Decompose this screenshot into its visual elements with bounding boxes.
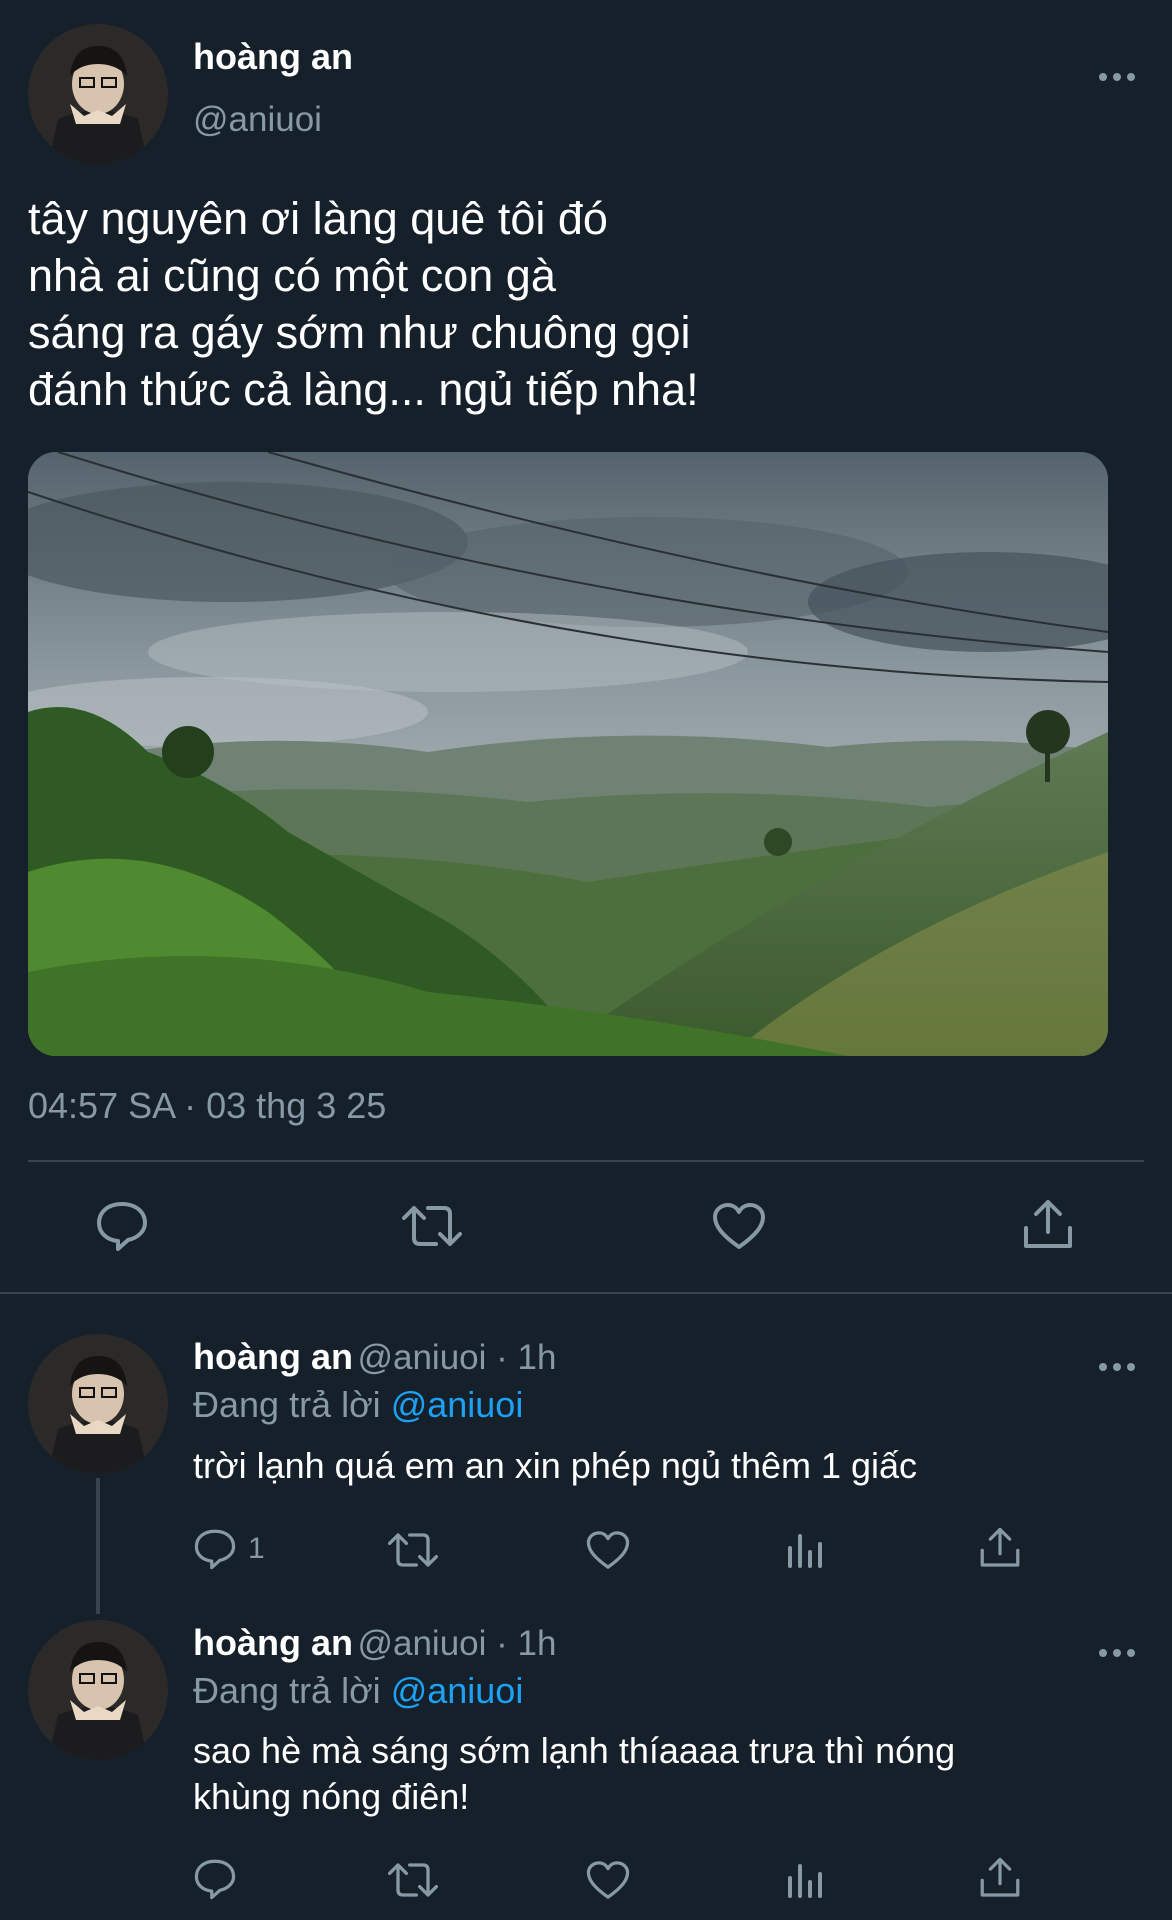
tweet-timestamp[interactable]: 04:57 SA · 03 thg 3 25: [28, 1085, 386, 1127]
share-icon[interactable]: [979, 1856, 1021, 1900]
mention-link[interactable]: @aniuoi: [391, 1670, 524, 1711]
reply-text: sao hè mà sáng sớm lạnh thíaaaa trưa thì…: [193, 1730, 956, 1817]
avatar[interactable]: [28, 24, 168, 164]
avatar-image: [28, 1620, 168, 1760]
analytics-icon[interactable]: [784, 1860, 824, 1900]
retweet-icon[interactable]: [402, 1202, 462, 1250]
author-handle[interactable]: @aniuoi · 1h: [357, 1338, 556, 1377]
replying-to: Đang trả lời @aniuoi: [193, 1384, 523, 1426]
reply-header: hoàng an @aniuoi · 1h: [193, 1336, 556, 1378]
author-name[interactable]: hoàng an: [193, 36, 353, 78]
author-name[interactable]: hoàng an: [193, 1336, 353, 1377]
reply-text: trời lạnh quá em an xin phép ngủ thêm 1 …: [193, 1445, 918, 1486]
analytics-icon[interactable]: [784, 1530, 824, 1570]
avatar-image: [28, 1334, 168, 1474]
more-options-icon[interactable]: [1096, 1638, 1138, 1658]
retweet-icon[interactable]: [388, 1860, 438, 1900]
author-name[interactable]: hoàng an: [193, 1622, 353, 1663]
mention-link[interactable]: @aniuoi: [391, 1384, 524, 1425]
divider: [28, 1160, 1144, 1162]
comment-icon[interactable]: [193, 1528, 237, 1570]
author-handle[interactable]: @aniuoi · 1h: [357, 1624, 556, 1663]
reply-header: hoàng an @aniuoi · 1h: [193, 1622, 556, 1664]
tweet-text: tây nguyên ơi làng quê tôi đó nhà ai cũn…: [28, 193, 699, 415]
comment-icon[interactable]: [193, 1858, 237, 1900]
retweet-icon[interactable]: [388, 1530, 438, 1570]
avatar[interactable]: [28, 1334, 168, 1474]
share-icon[interactable]: [1022, 1198, 1074, 1252]
avatar[interactable]: [28, 1620, 168, 1760]
replying-to: Đang trả lời @aniuoi: [193, 1670, 523, 1712]
author-handle[interactable]: @aniuoi: [193, 100, 322, 140]
thread-line: [96, 1478, 100, 1614]
divider: [0, 1292, 1172, 1294]
heart-icon[interactable]: [712, 1202, 766, 1250]
comment-icon[interactable]: [95, 1200, 149, 1252]
heart-icon[interactable]: [586, 1530, 630, 1570]
heart-icon[interactable]: [586, 1860, 630, 1900]
landscape-image: [28, 452, 1108, 1056]
share-icon[interactable]: [979, 1526, 1021, 1570]
more-options-icon[interactable]: [1096, 1352, 1138, 1372]
replying-prefix: Đang trả lời: [193, 1670, 381, 1711]
avatar-image: [28, 24, 168, 164]
reply-count: 1: [248, 1532, 265, 1565]
more-options-icon[interactable]: [1096, 62, 1138, 82]
replying-prefix: Đang trả lời: [193, 1384, 381, 1425]
tweet-photo[interactable]: [28, 452, 1108, 1056]
